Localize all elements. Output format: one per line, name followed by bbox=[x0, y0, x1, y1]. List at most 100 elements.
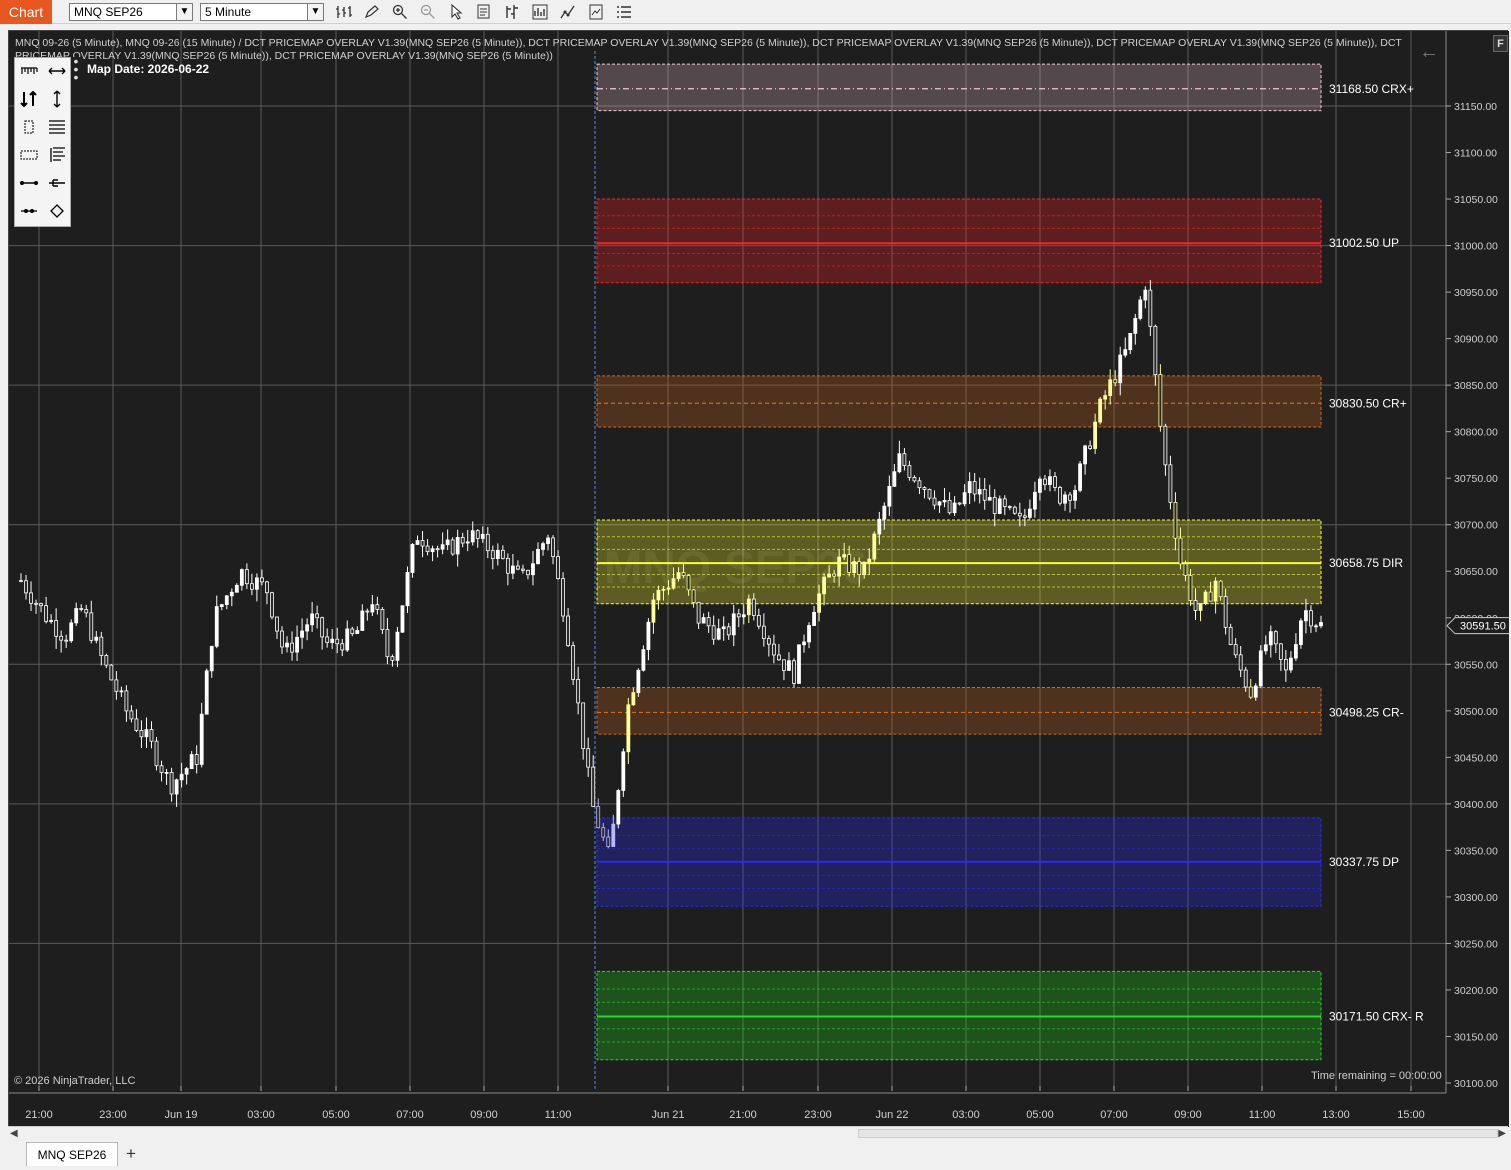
candle-body bbox=[807, 625, 811, 643]
drawing-tool-palette bbox=[14, 57, 71, 227]
indicators-icon[interactable] bbox=[530, 3, 550, 21]
extended-line-icon[interactable] bbox=[18, 200, 40, 222]
candle-body bbox=[1213, 580, 1218, 602]
candle-body bbox=[1027, 508, 1032, 518]
horizontal-arrow-icon[interactable] bbox=[46, 60, 68, 82]
candle-body bbox=[1278, 643, 1283, 660]
candle-body bbox=[521, 568, 525, 571]
x-tick-label: 13:00 bbox=[1322, 1109, 1350, 1121]
candle-body bbox=[746, 598, 751, 616]
candle-body bbox=[470, 530, 475, 543]
candle-body bbox=[756, 615, 761, 627]
risk-reward-icon[interactable] bbox=[18, 88, 40, 110]
candle-body bbox=[857, 561, 862, 575]
ruler-icon[interactable] bbox=[18, 60, 40, 82]
candle-body bbox=[330, 638, 335, 643]
y-tick-label: 31100.00 bbox=[1454, 148, 1497, 160]
draw-pencil-icon[interactable] bbox=[362, 3, 382, 21]
candle-body bbox=[44, 605, 48, 622]
candle-body bbox=[957, 502, 962, 505]
candle-body bbox=[591, 766, 596, 807]
candle-body bbox=[822, 576, 826, 595]
candle-body bbox=[49, 620, 54, 622]
candle-body bbox=[982, 489, 987, 501]
candle-body bbox=[305, 624, 310, 632]
scroll-right-icon[interactable]: ▶ bbox=[1498, 1128, 1506, 1139]
candle-body bbox=[1319, 622, 1323, 627]
candle-body bbox=[139, 729, 144, 738]
x-tick-label: 09:00 bbox=[470, 1109, 498, 1121]
candle-body bbox=[1173, 501, 1178, 539]
candle-body bbox=[581, 702, 586, 750]
zoom-in-icon[interactable] bbox=[390, 3, 410, 21]
candle-body bbox=[731, 613, 736, 636]
candle-body bbox=[932, 497, 937, 506]
candle-body bbox=[651, 599, 656, 623]
candle-body bbox=[59, 635, 64, 641]
scrollbar-thumb[interactable] bbox=[858, 1129, 1498, 1138]
candle-body bbox=[897, 453, 902, 473]
candle-body bbox=[79, 608, 84, 610]
candle-body bbox=[194, 754, 199, 765]
price-level-band bbox=[596, 519, 1322, 605]
instrument-selector[interactable]: MNQ SEP26 ▼ bbox=[69, 3, 193, 21]
candle-body bbox=[385, 629, 390, 658]
bar-style-icon[interactable] bbox=[334, 3, 354, 21]
candle-body bbox=[1038, 478, 1042, 493]
candle-body bbox=[219, 604, 224, 607]
tab-mnq-sep26[interactable]: MNQ SEP26 bbox=[26, 1142, 118, 1166]
candle-body bbox=[179, 773, 184, 781]
add-tab-button[interactable]: + bbox=[120, 1144, 142, 1166]
candle-body bbox=[771, 643, 776, 656]
candle-body bbox=[300, 630, 304, 638]
candle-body bbox=[626, 704, 631, 753]
candle-body bbox=[631, 692, 636, 706]
line-icon[interactable] bbox=[18, 172, 40, 194]
candle-body bbox=[124, 690, 129, 712]
scroll-left-icon[interactable]: ◀ bbox=[10, 1128, 18, 1139]
horizontal-scrollbar[interactable]: ◀ ▶ bbox=[8, 1126, 1508, 1140]
candle-body bbox=[671, 578, 676, 589]
candle-body bbox=[335, 638, 340, 645]
candle-body bbox=[275, 616, 279, 632]
price-level-band bbox=[596, 198, 1322, 284]
candle-body bbox=[149, 729, 154, 742]
candle-body bbox=[1248, 686, 1253, 698]
candle-body bbox=[370, 604, 375, 613]
price-chart[interactable]: 21:00 23:00 Jun 19 03:00 05:00 07:00 09:00 11:0… bbox=[8, 30, 1509, 1127]
candle-body bbox=[104, 655, 109, 666]
candle-body bbox=[676, 572, 681, 580]
strategies-icon[interactable] bbox=[558, 3, 578, 21]
zoom-out-icon[interactable] bbox=[418, 3, 438, 21]
candle-body bbox=[907, 465, 912, 478]
diamond-icon[interactable] bbox=[46, 200, 68, 222]
price-level-label: 30498.25 CR- bbox=[1329, 705, 1404, 719]
data-box-icon[interactable] bbox=[474, 3, 494, 21]
chart-menu-button[interactable]: Chart bbox=[0, 0, 52, 24]
candle-body bbox=[882, 505, 887, 520]
candle-body bbox=[661, 588, 666, 591]
ray-icon[interactable] bbox=[46, 172, 68, 194]
rectangle-icon[interactable] bbox=[18, 116, 40, 138]
candle-body bbox=[827, 573, 832, 578]
templates-icon[interactable] bbox=[586, 3, 606, 21]
candle-body bbox=[1299, 620, 1303, 645]
properties-icon[interactable] bbox=[614, 3, 634, 21]
candle-body bbox=[862, 561, 867, 575]
region-icon[interactable] bbox=[18, 144, 40, 166]
candle-body bbox=[887, 485, 892, 507]
back-arrow-icon[interactable]: ← bbox=[1419, 41, 1439, 64]
candle-body bbox=[576, 678, 581, 704]
vertical-arrow-icon[interactable] bbox=[46, 88, 68, 110]
chart-trader-icon[interactable] bbox=[502, 3, 522, 21]
chart-f-button[interactable]: F bbox=[1493, 35, 1508, 52]
candle-body bbox=[611, 823, 616, 847]
fib-icon[interactable] bbox=[46, 144, 68, 166]
horizontal-lines-icon[interactable] bbox=[46, 116, 68, 138]
pointer-icon[interactable] bbox=[446, 3, 466, 21]
y-tick-label: 30300.00 bbox=[1454, 892, 1498, 904]
interval-selector[interactable]: 5 Minute ▼ bbox=[200, 3, 324, 21]
x-tick-label: 21:00 bbox=[729, 1109, 757, 1121]
palette-grip-icon[interactable]: • • • bbox=[71, 54, 81, 84]
chart-canvas[interactable]: 21:00 23:00 Jun 19 03:00 05:00 07:00 09:00 11:0… bbox=[9, 31, 1509, 1127]
